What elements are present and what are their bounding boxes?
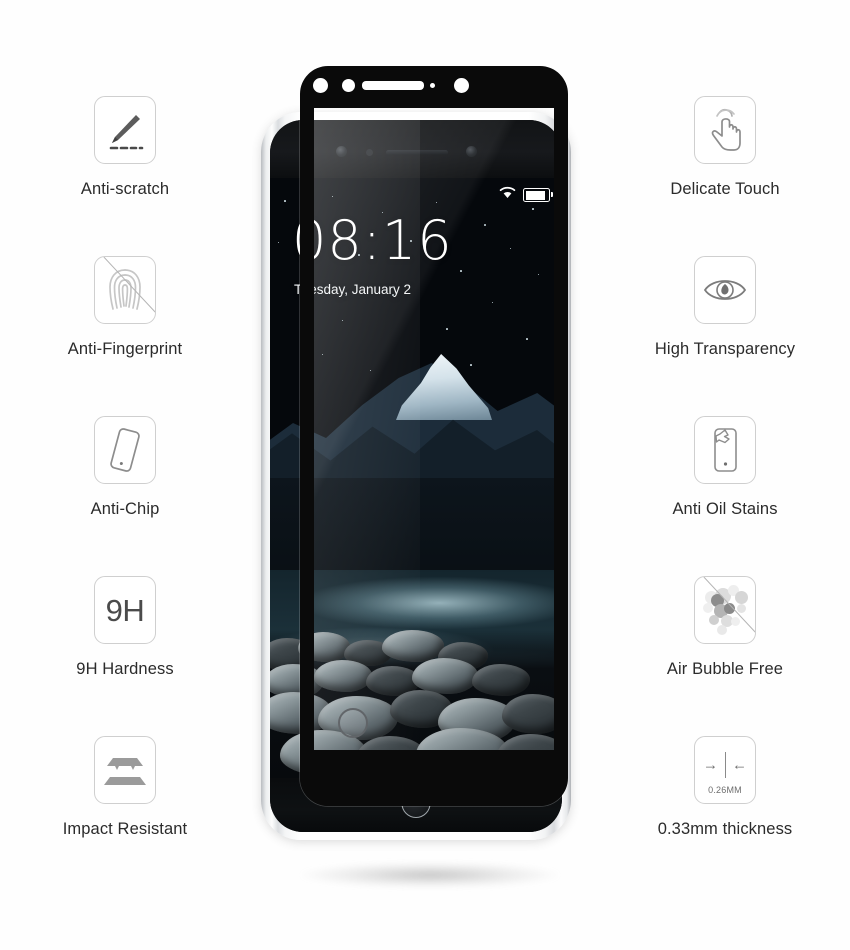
nine-h-text: 9H (105, 592, 145, 628)
feature-label: 9H Hardness (76, 660, 174, 678)
glass-cutout-camera (313, 78, 328, 93)
knife-scratch-icon (94, 96, 156, 164)
tempered-glass-protector (300, 66, 568, 806)
wallpaper-river (270, 570, 562, 720)
wallpaper-stars (270, 178, 562, 478)
fingerprint-slashed-icon (94, 256, 156, 324)
tilted-phone-icon (94, 416, 156, 484)
phone-top-bezel (270, 120, 562, 178)
wallpaper-snow-peak (396, 354, 492, 420)
thickness-caliper-icon: → ← 0.26MM (694, 736, 756, 804)
phone-bottom-bezel (270, 778, 562, 832)
feature-label: Air Bubble Free (666, 660, 784, 678)
feature-high-transparency: High Transparency (600, 256, 850, 416)
feature-anti-chip: Anti-Chip (0, 416, 250, 576)
phone-front-face: 08:16 Tuesday, January 2 (270, 120, 562, 832)
tapping-hand-icon (694, 96, 756, 164)
stacked-plates-icon (94, 736, 156, 804)
wallpaper-sky (270, 178, 562, 478)
wallpaper-far-ridge (270, 363, 562, 510)
arrow-right-icon: → (703, 756, 718, 773)
front-camera-icon (336, 146, 347, 157)
wallpaper-night-mountain (270, 178, 562, 778)
glass-cutout-front-camera (454, 78, 469, 93)
feature-air-bubble-free: Air Bubble Free (600, 576, 850, 736)
home-button[interactable] (401, 789, 431, 818)
feature-label: Anti-scratch (80, 180, 170, 198)
wallpaper-dark-valley (270, 478, 562, 668)
eye-icon (694, 256, 756, 324)
lockscreen-time: 08:16 (292, 209, 453, 272)
wifi-icon (499, 186, 516, 204)
glass-cutout-speaker (362, 81, 424, 90)
glass-cutout-sensor (342, 79, 355, 92)
feature-label: Delicate Touch (670, 180, 780, 198)
feature-label: Impact Resistant (62, 820, 188, 838)
wallpaper-mid-ridge (270, 419, 562, 566)
bubbles-slashed-icon (694, 576, 756, 644)
feature-label: Anti-Chip (90, 500, 160, 518)
bubble-cluster (695, 577, 755, 643)
feature-thickness: → ← 0.26MM 0.33mm thickness (600, 736, 850, 896)
feature-label: 0.33mm thickness (657, 820, 793, 838)
feature-label: High Transparency (654, 340, 796, 358)
battery-full-icon (523, 188, 553, 202)
caliper-arrows: → ← (699, 750, 751, 780)
phone-drop-shadow (300, 862, 560, 888)
feature-column-right: Delicate Touch High Transparency Anti Oi… (600, 96, 850, 896)
glass-reflection (314, 108, 420, 750)
lockscreen-date: Tuesday, January 2 (294, 282, 412, 297)
feature-label: Anti Oil Stains (672, 500, 778, 518)
secondary-camera-icon (466, 146, 477, 157)
glass-cutout-led (430, 83, 435, 88)
nine-h-text-icon: 9H (94, 576, 156, 644)
proximity-sensor-icon (366, 149, 373, 156)
caliper-bar (725, 751, 727, 778)
glass-home-button-ring (338, 708, 368, 738)
feature-label: Anti-Fingerprint (67, 340, 183, 358)
thickness-value: 0.26MM (708, 784, 742, 795)
feature-delicate-touch: Delicate Touch (600, 96, 850, 256)
feature-anti-oil-stains: Anti Oil Stains (600, 416, 850, 576)
phone-lockscreen[interactable]: 08:16 Tuesday, January 2 (270, 178, 562, 778)
status-bar (499, 186, 553, 204)
earpiece-speaker (386, 150, 448, 155)
feature-anti-scratch: Anti-scratch (0, 96, 250, 256)
feature-anti-fingerprint: Anti-Fingerprint (0, 256, 250, 416)
arrow-left-icon: ← (732, 756, 747, 773)
wallpaper-rock-field (270, 630, 562, 778)
feature-impact-resistant: Impact Resistant (0, 736, 250, 896)
feature-9h-hardness: 9H 9H Hardness (0, 576, 250, 736)
feature-column-left: Anti-scratch Anti-Fingerprint Anti-Chip … (0, 96, 250, 896)
phone-stain-icon (694, 416, 756, 484)
phone-metal-frame (261, 112, 571, 840)
